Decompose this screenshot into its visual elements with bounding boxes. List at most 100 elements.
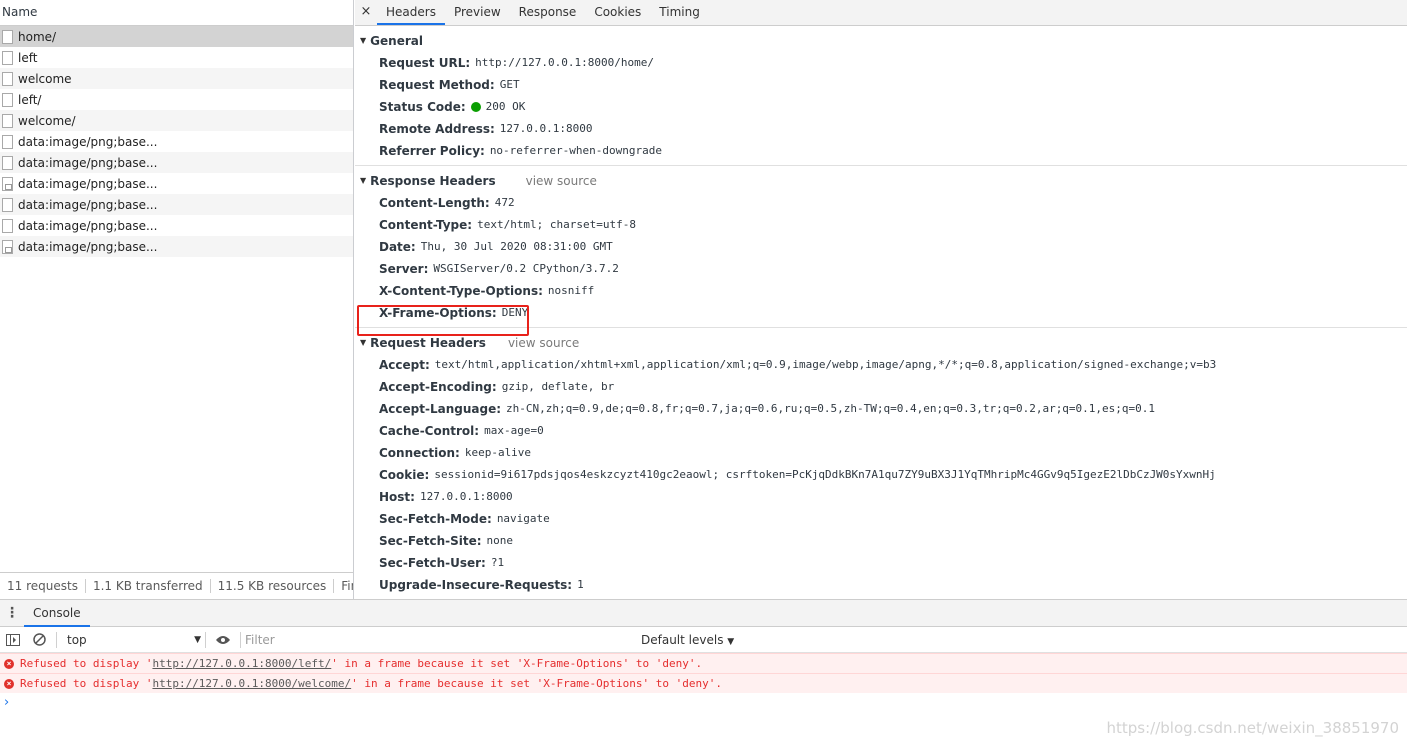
header-key: Host: bbox=[379, 490, 415, 504]
request-row[interactable]: home/ bbox=[0, 26, 353, 47]
header-key: Accept-Language: bbox=[379, 402, 502, 416]
tab-response[interactable]: Response bbox=[510, 0, 586, 25]
header-row: Sec-Fetch-Mode: navigate bbox=[355, 508, 1407, 530]
request-name: welcome/ bbox=[18, 113, 76, 128]
header-value: 127.0.0.1:8000 bbox=[419, 490, 513, 503]
header-row: Request URL: http://127.0.0.1:8000/home/ bbox=[355, 52, 1407, 74]
header-row: Content-Type: text/html; charset=utf-8 bbox=[355, 214, 1407, 236]
clear-console-icon[interactable] bbox=[26, 628, 52, 652]
header-row: Sec-Fetch-User: ?1 bbox=[355, 552, 1407, 574]
header-row: Request Method: GET bbox=[355, 74, 1407, 96]
image-icon bbox=[2, 239, 13, 254]
dropdown-arrow-icon: ▼ bbox=[194, 634, 201, 645]
general-section-header[interactable]: ▼ General bbox=[355, 30, 1407, 52]
filter-input[interactable] bbox=[245, 628, 635, 651]
general-section: ▼ General Request URL: http://127.0.0.1:80… bbox=[355, 26, 1407, 166]
divider bbox=[56, 631, 57, 648]
request-name: left bbox=[18, 50, 38, 65]
header-key: Connection: bbox=[379, 446, 460, 460]
header-value: GET bbox=[499, 78, 520, 91]
header-key: Upgrade-Insecure-Requests: bbox=[379, 578, 573, 592]
header-key: Cookie: bbox=[379, 468, 430, 482]
message-url-link[interactable]: http://127.0.0.1:8000/welcome/ bbox=[152, 677, 351, 690]
message-prefix: Refused to display ' bbox=[20, 657, 153, 670]
header-value: nosniff bbox=[547, 284, 595, 297]
header-value: sessionid=9i617pdsjqos4eskzcyzt410gc2eao… bbox=[434, 468, 1216, 481]
request-row[interactable]: data:image/png;base... bbox=[0, 236, 353, 257]
sidebar-toggle-icon[interactable] bbox=[0, 628, 26, 652]
header-row: X-Frame-Options: DENY bbox=[355, 302, 1407, 324]
finish-time: Finish: 1 bbox=[341, 579, 353, 593]
request-row[interactable]: welcome bbox=[0, 68, 353, 89]
close-icon[interactable]: × bbox=[355, 0, 377, 25]
header-row: Content-Length: 472 bbox=[355, 192, 1407, 214]
request-row[interactable]: data:image/png;base... bbox=[0, 173, 353, 194]
tab-timing[interactable]: Timing bbox=[650, 0, 709, 25]
request-row[interactable]: left/ bbox=[0, 89, 353, 110]
header-value: keep-alive bbox=[464, 446, 532, 459]
document-icon bbox=[2, 218, 13, 233]
transferred-size: 1.1 KB transferred bbox=[86, 579, 211, 593]
kebab-menu-icon[interactable]: ⋮ bbox=[0, 605, 24, 621]
header-key: Accept: bbox=[379, 358, 430, 372]
header-value: DENY bbox=[501, 306, 529, 319]
header-row: Remote Address: 127.0.0.1:8000 bbox=[355, 118, 1407, 140]
header-key: Status Code: bbox=[379, 100, 466, 114]
context-select[interactable]: top ▼ bbox=[61, 633, 201, 647]
header-value: ?1 bbox=[490, 556, 505, 569]
tab-preview[interactable]: Preview bbox=[445, 0, 510, 25]
header-key: Cache-Control: bbox=[379, 424, 480, 438]
response-headers-header[interactable]: ▼ Response Headers view source bbox=[355, 170, 1407, 192]
divider bbox=[205, 631, 206, 648]
tab-headers[interactable]: Headers bbox=[377, 0, 445, 25]
header-value: 1 bbox=[577, 578, 584, 591]
image-icon bbox=[2, 176, 13, 191]
header-key: X-Content-Type-Options: bbox=[379, 284, 543, 298]
details-tab-bar: × Headers Preview Response Cookies Timin… bbox=[355, 0, 1407, 26]
request-name: home/ bbox=[18, 29, 57, 44]
request-row[interactable]: data:image/png;base... bbox=[0, 215, 353, 236]
request-list: home/ left welcome left/ welcome/ data:i… bbox=[0, 26, 353, 257]
document-icon bbox=[2, 50, 13, 65]
header-row: Connection: keep-alive bbox=[355, 442, 1407, 464]
tab-console[interactable]: Console bbox=[24, 600, 90, 627]
console-error-message: × Refused to display 'http://127.0.0.1:80… bbox=[0, 673, 1407, 693]
levels-label: Default levels bbox=[641, 632, 724, 647]
console-toolbar: top ▼ Default levels ▼ bbox=[0, 627, 1407, 653]
header-row: Accept-Encoding: gzip, deflate, br bbox=[355, 376, 1407, 398]
request-headers-header[interactable]: ▼ Request Headers view source bbox=[355, 332, 1407, 354]
eye-icon[interactable] bbox=[210, 628, 236, 652]
status-ok-icon bbox=[470, 102, 481, 112]
request-row[interactable]: data:image/png;base... bbox=[0, 194, 353, 215]
header-key: Accept-Encoding: bbox=[379, 380, 497, 394]
request-name: data:image/png;base... bbox=[18, 155, 158, 170]
console-prompt[interactable]: › bbox=[0, 693, 1407, 713]
header-row: Date: Thu, 30 Jul 2020 08:31:00 GMT bbox=[355, 236, 1407, 258]
section-title: Request Headers bbox=[370, 336, 486, 350]
header-value: navigate bbox=[496, 512, 550, 525]
console-error-message: × Refused to display 'http://127.0.0.1:80… bbox=[0, 653, 1407, 673]
message-suffix: ' in a frame because it set 'X-Frame-Opt… bbox=[351, 677, 723, 690]
request-row[interactable]: left bbox=[0, 47, 353, 68]
header-row: Cookie: sessionid=9i617pdsjqos4eskzcyzt41… bbox=[355, 464, 1407, 486]
header-row: Cache-Control: max-age=0 bbox=[355, 420, 1407, 442]
header-row: Sec-Fetch-Site: none bbox=[355, 530, 1407, 552]
view-source-link[interactable]: view source bbox=[508, 332, 579, 354]
header-row: Server: WSGIServer/0.2 CPython/3.7.2 bbox=[355, 258, 1407, 280]
tab-cookies[interactable]: Cookies bbox=[585, 0, 650, 25]
header-value: 127.0.0.1:8000 bbox=[499, 122, 593, 135]
view-source-link[interactable]: view source bbox=[526, 170, 597, 192]
document-icon bbox=[2, 71, 13, 86]
message-url-link[interactable]: http://127.0.0.1:8000/left/ bbox=[152, 657, 331, 670]
log-levels-dropdown[interactable]: Default levels ▼ bbox=[641, 633, 734, 647]
document-icon bbox=[2, 29, 13, 44]
name-column-header[interactable]: Name bbox=[0, 0, 353, 26]
request-row[interactable]: data:image/png;base... bbox=[0, 131, 353, 152]
request-row[interactable]: data:image/png;base... bbox=[0, 152, 353, 173]
header-key: Remote Address: bbox=[379, 122, 495, 136]
header-value: Thu, 30 Jul 2020 08:31:00 GMT bbox=[420, 240, 613, 253]
request-row[interactable]: welcome/ bbox=[0, 110, 353, 131]
triangle-down-icon: ▼ bbox=[360, 176, 367, 185]
header-row: Accept: text/html,application/xhtml+xml,a… bbox=[355, 354, 1407, 376]
request-name: data:image/png;base... bbox=[18, 134, 158, 149]
